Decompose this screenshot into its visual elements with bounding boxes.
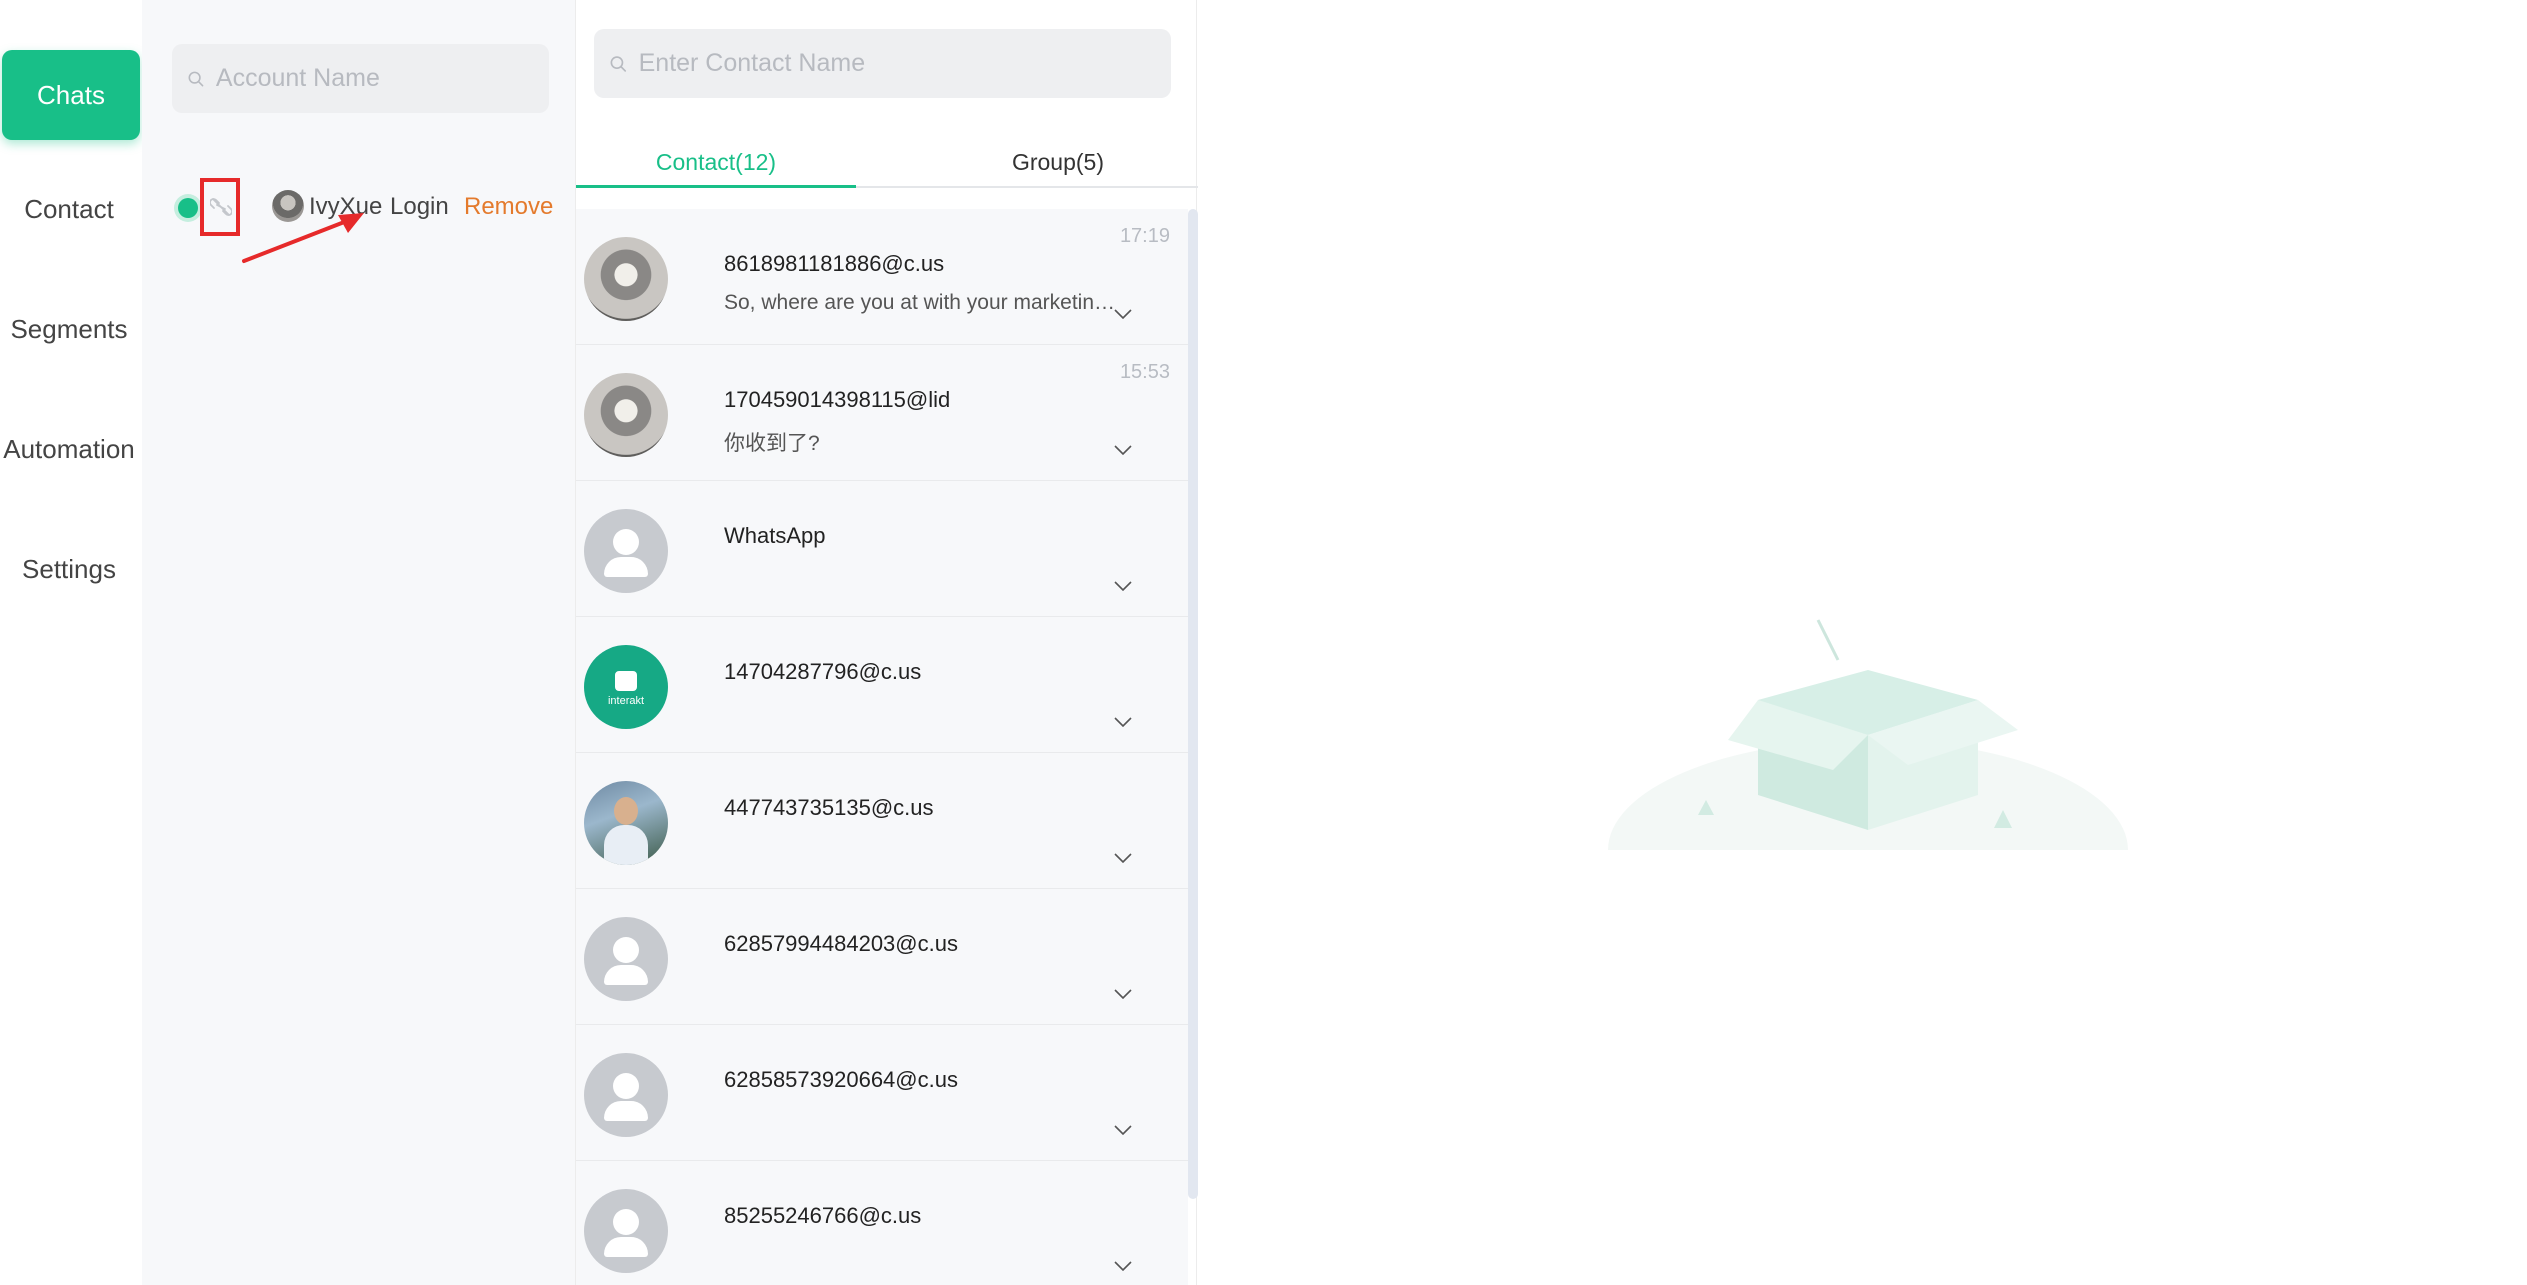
- contact-list: 8618981181886@c.us So, where are you at …: [576, 209, 1188, 1285]
- default-avatar-icon: [584, 1189, 668, 1273]
- account-search-box[interactable]: [172, 44, 549, 113]
- search-icon: [188, 71, 204, 86]
- main-nav: Chats Contact Segments Automation Settin…: [0, 0, 142, 1285]
- shopping-bag-icon: [615, 671, 637, 691]
- online-status-dot: [178, 198, 198, 218]
- contact-name: 447743735135@c.us: [724, 795, 934, 820]
- contact-row[interactable]: 447743735135@c.us: [576, 753, 1188, 889]
- annotation-arrow: [242, 213, 364, 263]
- contact-row[interactable]: interakt 14704287796@c.us: [576, 617, 1188, 753]
- empty-box-illustration: [1608, 619, 2128, 860]
- contact-row[interactable]: 170459014398115@lid 你收到了? 15:53: [576, 345, 1188, 481]
- message-time: 15:53: [1119, 361, 1170, 383]
- annotation-highlight-box: [200, 178, 240, 236]
- login-button[interactable]: Login: [390, 193, 449, 221]
- contacts-panel: Contact(12) Group(5) 8618981181886@c.us …: [575, 0, 1198, 1285]
- active-tab-indicator: [576, 185, 856, 188]
- brand-logo-text: interakt: [607, 695, 645, 707]
- contact-avatar: [584, 237, 668, 321]
- remove-button[interactable]: Remove: [464, 193, 553, 221]
- contact-row[interactable]: 8618981181886@c.us So, where are you at …: [576, 209, 1188, 345]
- contact-name: 62857994484203@c.us: [724, 931, 958, 956]
- chat-area-empty: [1198, 0, 2527, 1285]
- tab-group[interactable]: Group(5): [918, 136, 1198, 188]
- contact-list-scrollbar[interactable]: [1188, 209, 1198, 1199]
- message-preview: 你收到了?: [724, 432, 820, 455]
- chevron-down-icon[interactable]: [1114, 717, 1132, 727]
- default-avatar-icon: [584, 509, 668, 593]
- brand-avatar: interakt: [584, 645, 668, 729]
- contact-name: WhatsApp: [724, 523, 826, 548]
- contact-tabs: Contact(12) Group(5): [576, 136, 1198, 188]
- contact-avatar: [584, 373, 668, 457]
- message-time: 17:19: [1119, 225, 1170, 247]
- contact-name: 170459014398115@lid: [724, 387, 951, 412]
- nav-chats[interactable]: Chats: [2, 50, 140, 140]
- unlink-icon[interactable]: [210, 196, 232, 218]
- contact-row[interactable]: 85255246766@c.us: [576, 1161, 1188, 1285]
- nav-automation[interactable]: Automation: [0, 404, 138, 494]
- message-preview: So, where are you at with your marketing…: [724, 291, 1124, 314]
- default-avatar-icon: [584, 917, 668, 1001]
- tab-contact[interactable]: Contact(12): [576, 136, 856, 188]
- nav-settings[interactable]: Settings: [0, 524, 138, 614]
- chevron-down-icon[interactable]: [1114, 581, 1132, 591]
- chevron-down-icon[interactable]: [1114, 1261, 1132, 1271]
- contact-name: 62858573920664@c.us: [724, 1067, 958, 1092]
- account-search-input[interactable]: [215, 64, 549, 93]
- chevron-down-icon[interactable]: [1114, 1125, 1132, 1135]
- contact-row[interactable]: 62857994484203@c.us: [576, 889, 1188, 1025]
- contact-name: 85255246766@c.us: [724, 1203, 922, 1228]
- contact-row[interactable]: WhatsApp: [576, 481, 1188, 617]
- contact-search-input[interactable]: [638, 49, 1171, 78]
- contact-name: 14704287796@c.us: [724, 659, 922, 684]
- chevron-down-icon[interactable]: [1114, 445, 1132, 455]
- chevron-down-icon[interactable]: [1114, 853, 1132, 863]
- contact-search-box[interactable]: [594, 29, 1171, 98]
- chevron-down-icon[interactable]: [1114, 989, 1132, 999]
- nav-segments[interactable]: Segments: [0, 284, 138, 374]
- search-icon: [610, 55, 627, 72]
- chevron-down-icon[interactable]: [1114, 309, 1132, 319]
- default-avatar-icon: [584, 1053, 668, 1137]
- contact-avatar: [584, 781, 668, 865]
- accounts-panel: IvyXue Login Remove: [142, 0, 575, 1285]
- nav-contact[interactable]: Contact: [0, 164, 138, 254]
- contact-row[interactable]: 62858573920664@c.us: [576, 1025, 1188, 1161]
- contact-name: 8618981181886@c.us: [724, 251, 945, 276]
